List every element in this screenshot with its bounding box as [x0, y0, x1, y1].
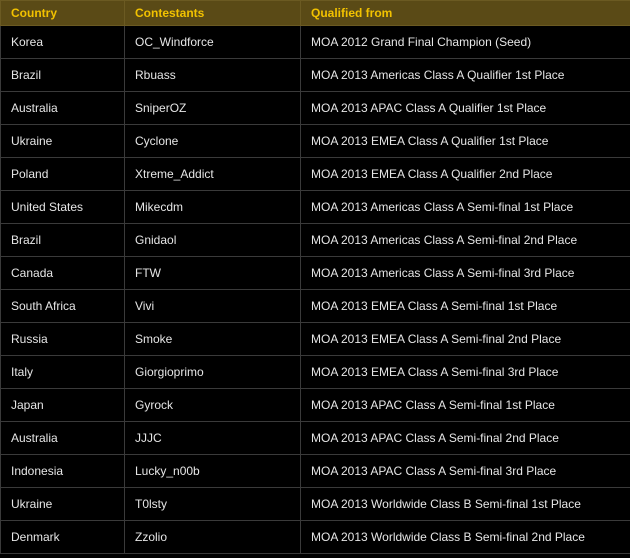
- table-row: Canada FTW MOA 2013 Americas Class A Semi-…: [0, 256, 630, 290]
- cell-country: Australia: [0, 91, 125, 125]
- cell-qualified-from: MOA 2013 APAC Class A Semi-final 3rd Pla…: [300, 454, 630, 488]
- column-header-qualified-from: Qualified from: [300, 0, 630, 26]
- table-row: Ukraine Cyclone MOA 2013 EMEA Class A Qual…: [0, 124, 630, 158]
- cell-contestant: Smoke: [124, 322, 301, 356]
- cell-contestant: Mikecdm: [124, 190, 301, 224]
- cell-country: Ukraine: [0, 487, 125, 521]
- cell-qualified-from: MOA 2013 APAC Class A Qualifier 1st Plac…: [300, 91, 630, 125]
- cell-contestant: Rbuass: [124, 58, 301, 92]
- cell-qualified-from: MOA 2013 EMEA Class A Semi-final 1st Pla…: [300, 289, 630, 323]
- cell-country: Japan: [0, 388, 125, 422]
- table-body: Korea OC_Windforce MOA 2012 Grand Final Ch…: [0, 25, 630, 554]
- cell-country: Brazil: [0, 58, 125, 92]
- cell-qualified-from: MOA 2013 APAC Class A Semi-final 1st Pla…: [300, 388, 630, 422]
- table-row: Denmark Zzolio MOA 2013 Worldwide Class B …: [0, 520, 630, 554]
- cell-qualified-from: MOA 2012 Grand Final Champion (Seed): [300, 25, 630, 59]
- cell-qualified-from: MOA 2013 Worldwide Class B Semi-final 2n…: [300, 520, 630, 554]
- cell-qualified-from: MOA 2013 Americas Class A Semi-final 3rd…: [300, 256, 630, 290]
- cell-country: South Africa: [0, 289, 125, 323]
- cell-qualified-from: MOA 2013 EMEA Class A Qualifier 2nd Plac…: [300, 157, 630, 191]
- cell-contestant: Zzolio: [124, 520, 301, 554]
- cell-country: Denmark: [0, 520, 125, 554]
- table-row: Italy Giorgioprimo MOA 2013 EMEA Class A S…: [0, 355, 630, 389]
- table-row: Korea OC_Windforce MOA 2012 Grand Final Ch…: [0, 25, 630, 59]
- table-header-row: Country Contestants Qualified from: [0, 0, 630, 26]
- cell-qualified-from: MOA 2013 Americas Class A Semi-final 2nd…: [300, 223, 630, 257]
- cell-country: Korea: [0, 25, 125, 59]
- cell-qualified-from: MOA 2013 Americas Class A Semi-final 1st…: [300, 190, 630, 224]
- cell-qualified-from: MOA 2013 EMEA Class A Semi-final 2nd Pla…: [300, 322, 630, 356]
- cell-contestant: Vivi: [124, 289, 301, 323]
- table-row: South Africa Vivi MOA 2013 EMEA Class A Se…: [0, 289, 630, 323]
- cell-contestant: Gnidaol: [124, 223, 301, 257]
- cell-country: Indonesia: [0, 454, 125, 488]
- table-row: United States Mikecdm MOA 2013 Americas Cl…: [0, 190, 630, 224]
- cell-qualified-from: MOA 2013 APAC Class A Semi-final 2nd Pla…: [300, 421, 630, 455]
- table-row: Australia JJJC MOA 2013 APAC Class A Semi-…: [0, 421, 630, 455]
- cell-country: United States: [0, 190, 125, 224]
- column-header-country: Country: [0, 0, 125, 26]
- cell-country: Canada: [0, 256, 125, 290]
- cell-country: Australia: [0, 421, 125, 455]
- table-row: Russia Smoke MOA 2013 EMEA Class A Semi-fi…: [0, 322, 630, 356]
- qualifiers-table: Country Contestants Qualified from Korea…: [0, 0, 630, 554]
- cell-country: Ukraine: [0, 124, 125, 158]
- cell-qualified-from: MOA 2013 Worldwide Class B Semi-final 1s…: [300, 487, 630, 521]
- table-row: Australia SniperOZ MOA 2013 APAC Class A Q…: [0, 91, 630, 125]
- cell-contestant: Giorgioprimo: [124, 355, 301, 389]
- cell-contestant: Gyrock: [124, 388, 301, 422]
- cell-contestant: Xtreme_Addict: [124, 157, 301, 191]
- cell-country: Poland: [0, 157, 125, 191]
- cell-contestant: Lucky_n00b: [124, 454, 301, 488]
- cell-contestant: OC_Windforce: [124, 25, 301, 59]
- cell-contestant: JJJC: [124, 421, 301, 455]
- cell-contestant: SniperOZ: [124, 91, 301, 125]
- table-row: Brazil Rbuass MOA 2013 Americas Class A Qu…: [0, 58, 630, 92]
- cell-contestant: FTW: [124, 256, 301, 290]
- cell-country: Brazil: [0, 223, 125, 257]
- table-row: Japan Gyrock MOA 2013 APAC Class A Semi-fi…: [0, 388, 630, 422]
- table-row: Poland Xtreme_Addict MOA 2013 EMEA Class A…: [0, 157, 630, 191]
- cell-contestant: T0lsty: [124, 487, 301, 521]
- cell-qualified-from: MOA 2013 EMEA Class A Semi-final 3rd Pla…: [300, 355, 630, 389]
- table-row: Indonesia Lucky_n00b MOA 2013 APAC Class A…: [0, 454, 630, 488]
- cell-contestant: Cyclone: [124, 124, 301, 158]
- table-row: Brazil Gnidaol MOA 2013 Americas Class A S…: [0, 223, 630, 257]
- column-header-contestants: Contestants: [124, 0, 301, 26]
- cell-country: Italy: [0, 355, 125, 389]
- cell-qualified-from: MOA 2013 Americas Class A Qualifier 1st …: [300, 58, 630, 92]
- cell-country: Russia: [0, 322, 125, 356]
- cell-qualified-from: MOA 2013 EMEA Class A Qualifier 1st Plac…: [300, 124, 630, 158]
- table-row: Ukraine T0lsty MOA 2013 Worldwide Class B …: [0, 487, 630, 521]
